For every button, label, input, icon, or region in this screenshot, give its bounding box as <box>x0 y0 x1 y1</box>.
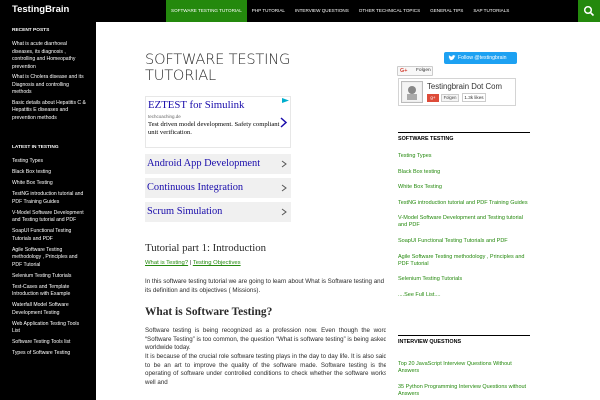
software-testing-link[interactable]: Testing Types <box>398 153 530 160</box>
badge-logo[interactable] <box>401 81 423 103</box>
software-testing-link[interactable]: Agile Software Testing methodology , Pri… <box>398 254 530 268</box>
recent-post-link[interactable]: What is acute diarrhoeal diseases, its d… <box>12 41 88 71</box>
software-testing-link[interactable]: TestNG introduction tutorial and PDF Tra… <box>398 200 530 207</box>
interview-question-link[interactable]: Top 20 JavaScript Interview Questions Wi… <box>398 361 530 375</box>
latest-testing-link[interactable]: Black Box testing <box>12 169 88 177</box>
google-plus-follow-button[interactable]: G+ Folgen <box>397 66 433 76</box>
page-title: SOFTWARE TESTING TUTORIAL <box>145 51 291 84</box>
latest-testing-link[interactable]: Test-Cases and Template Introduction wit… <box>12 284 88 299</box>
section-heading: What is Software Testing? <box>145 306 273 319</box>
ad-url: techcoaching.de <box>148 114 181 119</box>
twitter-bird-icon <box>448 55 456 61</box>
recent-posts-heading: RECENT POSTS <box>12 28 50 33</box>
google-plus-icon: g+ <box>427 94 439 102</box>
ad-link-label: Scrum Simulation <box>147 206 223 217</box>
latest-testing-link[interactable]: Types of Software Testing <box>12 350 88 358</box>
chevron-right-icon <box>281 208 287 216</box>
body-paragraph: It is because of the crucial role softwa… <box>145 352 386 386</box>
search-toggle-button[interactable] <box>578 0 600 22</box>
main-content: SOFTWARE TESTING TUTORIAL EZTEST for Sim… <box>131 22 386 400</box>
top-navigation-bar: TestingBrain SOFTWARE TESTING TUTORIAL P… <box>0 0 600 22</box>
recent-posts-list: What is acute diarrhoeal diseases, its d… <box>12 41 88 122</box>
chevron-right-icon[interactable] <box>277 115 289 130</box>
latest-testing-link[interactable]: V-Model Software Development and Testing… <box>12 210 88 225</box>
search-icon <box>583 5 595 17</box>
latest-testing-link[interactable]: Web Application Testing Tools List <box>12 321 88 336</box>
latest-testing-link[interactable]: Agile Software Testing methodology , Pri… <box>12 247 88 270</box>
latest-testing-link[interactable]: Software Testing Tools list <box>12 339 88 347</box>
ad-link-android[interactable]: Android App Development <box>145 154 291 174</box>
latest-testing-link[interactable]: TestNG introduction tutorial and PDF Tra… <box>12 191 88 206</box>
see-full-list-link[interactable]: ....See Full List.... <box>398 292 530 299</box>
latest-testing-link[interactable]: SoapUI Functional Testing Tutorials and … <box>12 228 88 243</box>
recent-post-link[interactable]: What is Cholera disease and its Diagnosi… <box>12 74 88 97</box>
left-sidebar: RECENT POSTS What is acute diarrhoeal di… <box>0 22 96 400</box>
ad-title[interactable]: EZTEST for Simulink <box>148 99 288 111</box>
google-plus-badge: Testingbrain Dot Com g+ Folgen 1.3k like… <box>398 78 516 106</box>
ad-link-label: Android App Development <box>147 158 261 169</box>
toc-link-what-is-testing[interactable]: What is Testing? <box>145 260 188 266</box>
twitter-follow-button[interactable]: Follow @testingbrain <box>444 52 517 64</box>
nav-php-tutorial[interactable]: PHP TUTORIAL <box>247 0 290 22</box>
software-testing-widget-heading: SOFTWARE TESTING <box>398 132 530 142</box>
latest-in-testing-list: Testing Types Black Box testing White Bo… <box>12 158 88 358</box>
section-title: Tutorial part 1: Introduction <box>145 242 267 254</box>
software-testing-link[interactable]: Black Box testing <box>398 169 530 176</box>
latest-in-testing-heading: LATEST IN TESTING <box>12 145 59 150</box>
ad-description: Test driven model development. Safety co… <box>148 121 280 136</box>
nav-software-testing-tutorial[interactable]: SOFTWARE TESTING TUTORIAL <box>166 0 247 22</box>
ad-link-continuous-integration[interactable]: Continuous Integration <box>145 178 291 198</box>
google-plus-icon: G+ <box>400 68 408 74</box>
right-sidebar: Follow @testingbrain G+ Folgen Testingbr… <box>386 22 600 400</box>
twitter-follow-label: Follow @testingbrain <box>458 55 507 61</box>
ad-link-label: Continuous Integration <box>147 182 244 193</box>
latest-testing-link[interactable]: White Box Testing <box>12 180 88 188</box>
testingbrain-logo-icon <box>403 83 421 101</box>
nav-other-technical-topics[interactable]: OTHER TECHNICAL TOPICS <box>354 0 425 22</box>
interview-questions-links: Top 20 JavaScript Interview Questions Wi… <box>398 361 530 400</box>
software-testing-link[interactable]: White Box Testing <box>398 184 530 191</box>
latest-testing-link[interactable]: Waterfall Model Software Development Tes… <box>12 302 88 317</box>
intro-paragraph: In this software testing tutorial we are… <box>145 278 385 294</box>
nav-general-tips[interactable]: GENERAL TIPS <box>425 0 468 22</box>
badge-follower-count: 1.3k likes <box>462 93 486 102</box>
nav-sap-tutorials[interactable]: SAP TUTORIALS <box>468 0 514 22</box>
software-testing-link[interactable]: SoapUI Functional Testing Tutorials and … <box>398 238 530 245</box>
interview-question-link[interactable]: 35 Python Programming Interview Question… <box>398 384 530 398</box>
ad-link-scrum-simulation[interactable]: Scrum Simulation <box>145 202 291 222</box>
primary-menu: SOFTWARE TESTING TUTORIAL PHP TUTORIAL I… <box>166 0 514 22</box>
adchoices-icon[interactable] <box>281 97 290 104</box>
chevron-right-icon <box>281 160 287 168</box>
interview-questions-widget-heading: INTERVIEW QUESTIONS <box>398 335 530 345</box>
latest-testing-link[interactable]: Selenium Testing Tutorials <box>12 273 88 281</box>
badge-follow-button[interactable]: Folgen <box>441 94 459 102</box>
software-testing-links: Testing Types Black Box testing White Bo… <box>398 153 530 307</box>
latest-testing-link[interactable]: Testing Types <box>12 158 88 166</box>
nav-interview-questions[interactable]: INTERVIEW QUESTIONS <box>290 0 354 22</box>
text-ad[interactable]: EZTEST for Simulink techcoaching.de Test… <box>145 96 291 148</box>
software-testing-link[interactable]: Selenium Testing Tutorials <box>398 276 530 283</box>
body-paragraph: Software testing is being recognized as … <box>145 327 386 352</box>
chevron-right-icon <box>281 184 287 192</box>
recent-post-link[interactable]: Basic details about Hepatitis C & Hepati… <box>12 100 88 123</box>
site-brand-link[interactable]: TestingBrain <box>12 4 69 15</box>
software-testing-link[interactable]: V-Model Software Development and Testing… <box>398 215 530 229</box>
badge-name[interactable]: Testingbrain Dot Com <box>427 82 502 91</box>
table-of-contents: What is Testing? | Testing Objectives <box>145 260 386 266</box>
toc-link-testing-objectives[interactable]: Testing Objectives <box>193 260 241 266</box>
gplus-follow-label: Folgen <box>416 68 431 73</box>
